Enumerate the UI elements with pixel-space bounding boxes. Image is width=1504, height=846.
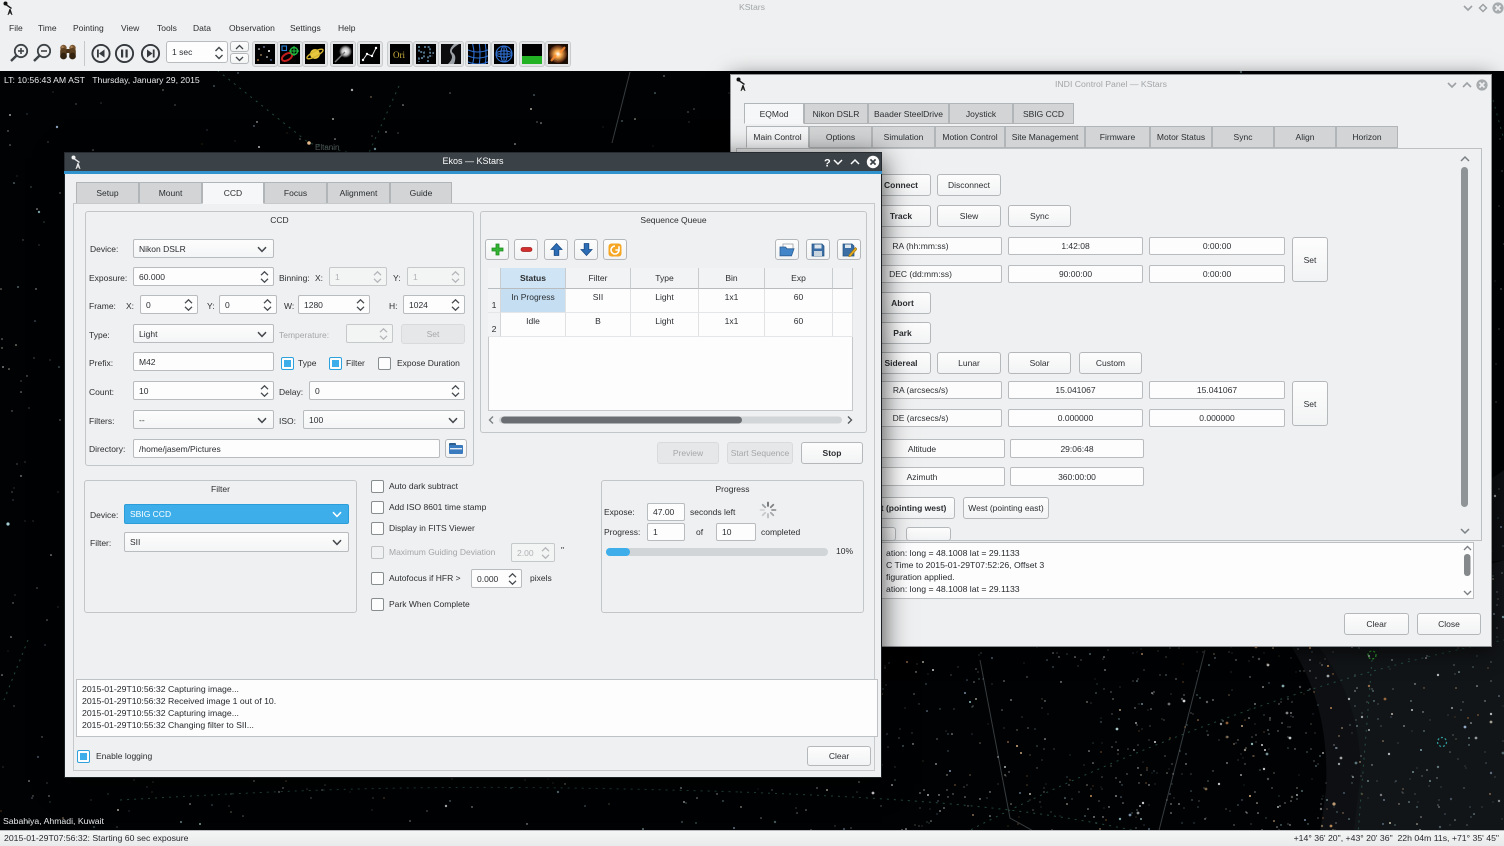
svg-text:?: ? [824, 158, 831, 170]
svg-text:Ori: Ori [393, 50, 405, 60]
svg-text:Eltanin: Eltanin [315, 143, 339, 152]
